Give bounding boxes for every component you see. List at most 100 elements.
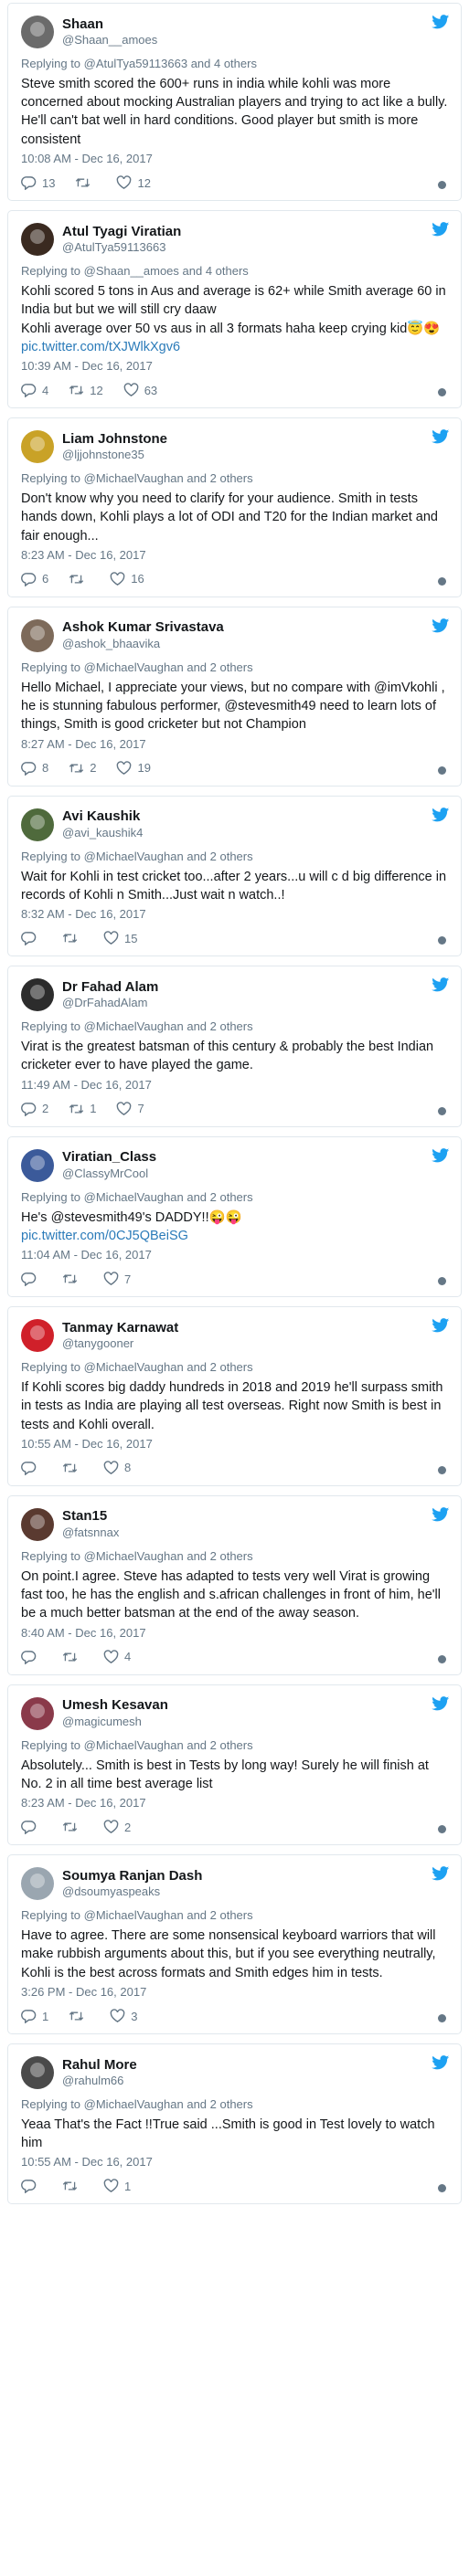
replying-to[interactable]: Replying to @MichaelVaughan and 2 others (21, 660, 448, 676)
replying-to[interactable]: Replying to @Shaan__amoes and 4 others (21, 264, 448, 280)
avatar[interactable] (21, 430, 54, 464)
like-button[interactable]: 15 (103, 931, 137, 945)
avatar[interactable] (21, 1319, 54, 1353)
author-name[interactable]: Tanmay Karnawat (62, 1320, 178, 1337)
info-icon[interactable] (438, 1106, 446, 1115)
reply-button[interactable] (21, 1272, 42, 1287)
reply-button[interactable] (21, 1650, 42, 1664)
twitter-bird-icon[interactable] (432, 1695, 450, 1711)
twitter-bird-icon[interactable] (432, 977, 450, 992)
twitter-bird-icon[interactable] (432, 1147, 450, 1163)
tweet-card[interactable]: Dr Fahad Alam @DrFahadAlam Replying to @… (7, 966, 462, 1127)
tweet-card[interactable]: Tanmay Karnawat @tanygooner Replying to … (7, 1306, 462, 1486)
retweet-button[interactable] (62, 1650, 83, 1664)
avatar[interactable] (21, 618, 54, 652)
retweet-button[interactable] (62, 1272, 83, 1286)
twitter-bird-icon[interactable] (432, 1507, 450, 1522)
author-name[interactable]: Stan15 (62, 1508, 119, 1526)
reply-button[interactable]: 6 (21, 572, 48, 586)
author-handle[interactable]: @rahulm66 (62, 2074, 137, 2088)
author-name[interactable]: Umesh Kesavan (62, 1697, 168, 1715)
twitter-bird-icon[interactable] (432, 429, 450, 444)
like-button[interactable]: 7 (116, 1102, 144, 1116)
retweet-button[interactable]: 1 (69, 1102, 96, 1116)
info-icon[interactable] (438, 181, 446, 190)
author-name[interactable]: Ashok Kumar Srivastava (62, 619, 224, 637)
author-name[interactable]: Rahul More (62, 2057, 137, 2075)
author-name[interactable]: Soumya Ranjan Dash (62, 1868, 202, 1885)
author-handle[interactable]: @Shaan__amoes (62, 33, 157, 48)
tweet-timestamp[interactable]: 10:55 AM - Dec 16, 2017 (21, 1437, 448, 1451)
retweet-button[interactable] (62, 1461, 83, 1475)
tweet-timestamp[interactable]: 8:27 AM - Dec 16, 2017 (21, 737, 448, 751)
tweet-timestamp[interactable]: 10:08 AM - Dec 16, 2017 (21, 152, 448, 165)
author-handle[interactable]: @ashok_bhaavika (62, 637, 224, 651)
replying-to[interactable]: Replying to @MichaelVaughan and 2 others (21, 1549, 448, 1565)
author-handle[interactable]: @ljjohnstone35 (62, 448, 167, 462)
author-handle[interactable]: @fatsnnax (62, 1526, 119, 1540)
author-name[interactable]: Avi Kaushik (62, 808, 143, 826)
reply-button[interactable]: 2 (21, 1102, 48, 1116)
author-handle[interactable]: @DrFahadAlam (62, 996, 158, 1010)
tweet-card[interactable]: Shaan @Shaan__amoes Replying to @AtulTya… (7, 3, 462, 202)
author-handle[interactable]: @tanygooner (62, 1336, 178, 1351)
twitter-bird-icon[interactable] (432, 1866, 450, 1881)
reply-button[interactable]: 4 (21, 383, 48, 398)
author-handle[interactable]: @avi_kaushik4 (62, 826, 143, 840)
twitter-bird-icon[interactable] (432, 618, 450, 633)
avatar[interactable] (21, 1507, 54, 1541)
avatar[interactable] (21, 2056, 54, 2089)
retweet-button[interactable] (69, 2009, 90, 2023)
tweet-timestamp[interactable]: 8:40 AM - Dec 16, 2017 (21, 1626, 448, 1640)
like-button[interactable]: 4 (103, 1650, 131, 1664)
twitter-bird-icon[interactable] (432, 1318, 450, 1333)
info-icon[interactable] (438, 765, 446, 775)
info-icon[interactable] (438, 576, 446, 586)
like-button[interactable]: 8 (103, 1461, 131, 1475)
like-button[interactable]: 2 (103, 1820, 131, 1834)
like-button[interactable]: 19 (116, 761, 151, 776)
twitter-bird-icon[interactable] (432, 807, 450, 822)
retweet-button[interactable] (62, 931, 83, 945)
author-name[interactable]: Atul Tyagi Viratian (62, 224, 181, 241)
reply-button[interactable] (21, 931, 42, 946)
avatar[interactable] (21, 1148, 54, 1182)
avatar[interactable] (21, 16, 54, 48)
like-button[interactable]: 1 (103, 2179, 131, 2193)
tweet-timestamp[interactable]: 10:55 AM - Dec 16, 2017 (21, 2155, 448, 2169)
media-link[interactable]: pic.twitter.com/0CJ5QBeiSG (21, 1229, 188, 1243)
retweet-button[interactable] (62, 1820, 83, 1834)
tweet-card[interactable]: Viratian_Class @ClassyMrCool Replying to… (7, 1135, 462, 1298)
retweet-button[interactable] (69, 572, 90, 586)
replying-to[interactable]: Replying to @MichaelVaughan and 2 others (21, 850, 448, 865)
twitter-bird-icon[interactable] (432, 222, 450, 237)
twitter-bird-icon[interactable] (432, 2055, 450, 2070)
replying-to[interactable]: Replying to @MichaelVaughan and 2 others (21, 2097, 448, 2113)
like-button[interactable]: 3 (110, 2009, 137, 2023)
tweet-card[interactable]: Rahul More @rahulm66 Replying to @Michae… (7, 2043, 462, 2205)
reply-button[interactable] (21, 1461, 42, 1475)
tweet-timestamp[interactable]: 8:23 AM - Dec 16, 2017 (21, 548, 448, 562)
tweet-timestamp[interactable]: 8:32 AM - Dec 16, 2017 (21, 907, 448, 921)
like-button[interactable]: 16 (110, 572, 144, 586)
reply-button[interactable]: 13 (21, 175, 55, 191)
replying-to[interactable]: Replying to @MichaelVaughan and 2 others (21, 471, 448, 487)
twitter-bird-icon[interactable] (432, 15, 450, 29)
like-button[interactable]: 12 (116, 175, 151, 190)
avatar[interactable] (21, 223, 54, 257)
info-icon[interactable] (438, 1654, 446, 1663)
author-name[interactable]: Liam Johnstone (62, 431, 167, 449)
retweet-button[interactable] (62, 2179, 83, 2193)
tweet-card[interactable]: Umesh Kesavan @magicumesh Replying to @M… (7, 1684, 462, 1846)
tweet-card[interactable]: Stan15 @fatsnnax Replying to @MichaelVau… (7, 1494, 462, 1675)
retweet-button[interactable] (75, 175, 96, 190)
author-handle[interactable]: @AtulTya59113663 (62, 240, 181, 255)
retweet-button[interactable]: 12 (69, 383, 103, 397)
avatar[interactable] (21, 1696, 54, 1730)
avatar[interactable] (21, 808, 54, 841)
like-button[interactable]: 63 (123, 383, 157, 397)
tweet-card[interactable]: Liam Johnstone @ljjohnstone35 Replying t… (7, 417, 462, 597)
tweet-timestamp[interactable]: 11:49 AM - Dec 16, 2017 (21, 1078, 448, 1092)
replying-to[interactable]: Replying to @MichaelVaughan and 2 others (21, 1360, 448, 1376)
tweet-timestamp[interactable]: 11:04 AM - Dec 16, 2017 (21, 1248, 448, 1262)
